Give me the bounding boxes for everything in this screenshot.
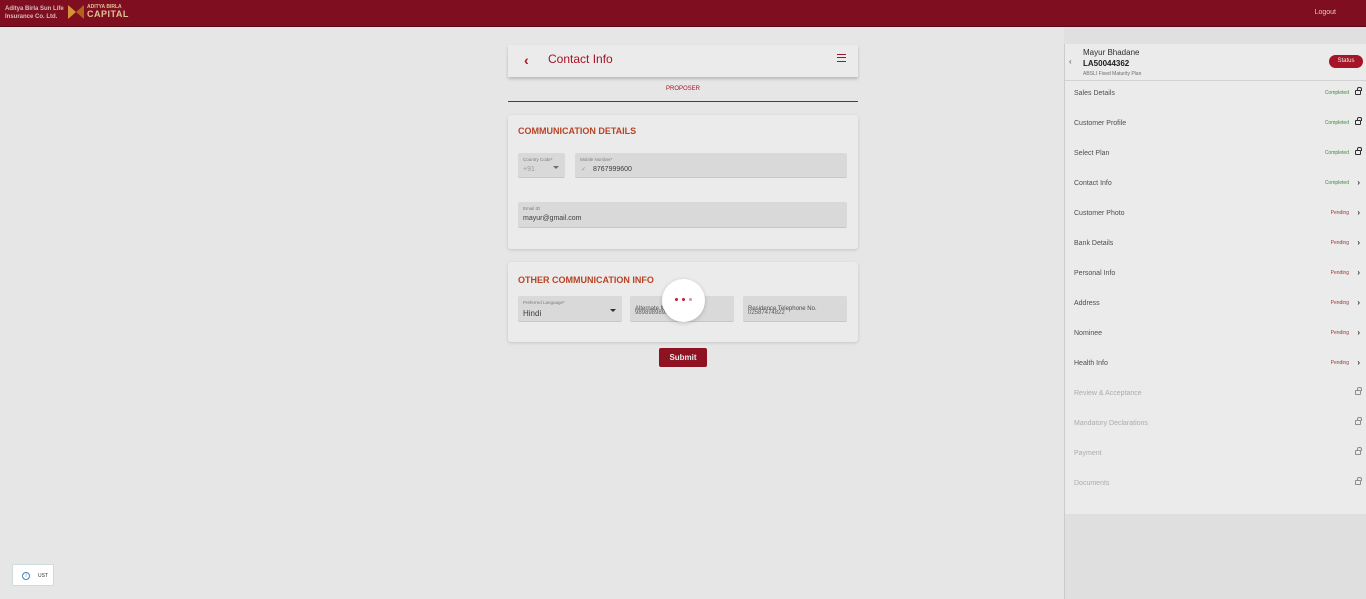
ust-label: UST — [38, 573, 48, 579]
spinner-dot — [675, 298, 678, 301]
spinner-dot — [689, 298, 692, 301]
spinner-dot — [682, 298, 685, 301]
ust-badge[interactable]: i UST — [12, 564, 54, 586]
info-icon: i — [22, 572, 30, 580]
loading-spinner — [662, 279, 705, 322]
